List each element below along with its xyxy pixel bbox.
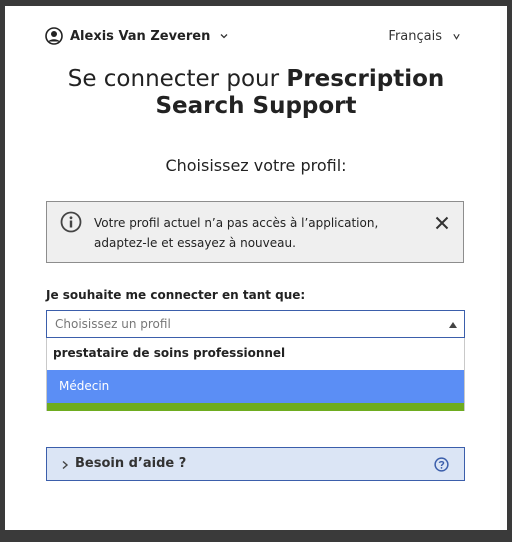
login-card: Alexis Van Zeveren Français Se connecter… <box>5 6 507 530</box>
user-menu[interactable]: Alexis Van Zeveren <box>45 24 229 48</box>
access-alert: Votre profil actuel n’a pas accès à l’ap… <box>46 201 464 263</box>
choose-profile-heading: Choisissez votre profil: <box>165 156 347 175</box>
profile-dropdown: prestataire de soins professionnel Médec… <box>46 338 465 411</box>
caret-up-icon <box>449 322 457 328</box>
language-label: Français <box>388 28 442 44</box>
top-bar: Alexis Van Zeveren Français <box>5 24 507 48</box>
alert-message: Votre profil actuel n’a pas accès à l’ap… <box>94 216 379 250</box>
question-circle-icon[interactable] <box>434 457 449 472</box>
title-app-name-line1: Prescription <box>286 66 445 92</box>
close-icon[interactable] <box>435 216 449 230</box>
profile-select[interactable]: Choisissez un profil <box>46 310 465 338</box>
language-selector[interactable]: Français <box>388 24 461 48</box>
user-circle-icon <box>45 27 63 45</box>
dropdown-group-label: prestataire de soins professionnel <box>53 346 286 360</box>
user-name: Alexis Van Zeveren <box>70 28 211 44</box>
title-prefix: Se connecter pour <box>67 66 287 92</box>
help-accordion[interactable]: Besoin d’aide ? <box>46 447 465 481</box>
page-title: Se connecter pour Prescription Search Su… <box>5 66 507 120</box>
chevron-down-icon <box>220 34 228 39</box>
profile-field-label: Je souhaite me connecter en tant que: <box>46 288 306 302</box>
dropdown-option-medecin[interactable]: Médecin <box>47 370 464 403</box>
help-label: Besoin d’aide ? <box>75 456 187 471</box>
title-app-name-line2: Search Support <box>155 93 357 119</box>
accent-bar <box>47 403 464 411</box>
info-circle-icon <box>60 211 82 233</box>
chevron-right-icon <box>62 460 69 470</box>
profile-select-placeholder: Choisissez un profil <box>55 317 171 331</box>
chevron-down-icon <box>453 33 460 40</box>
